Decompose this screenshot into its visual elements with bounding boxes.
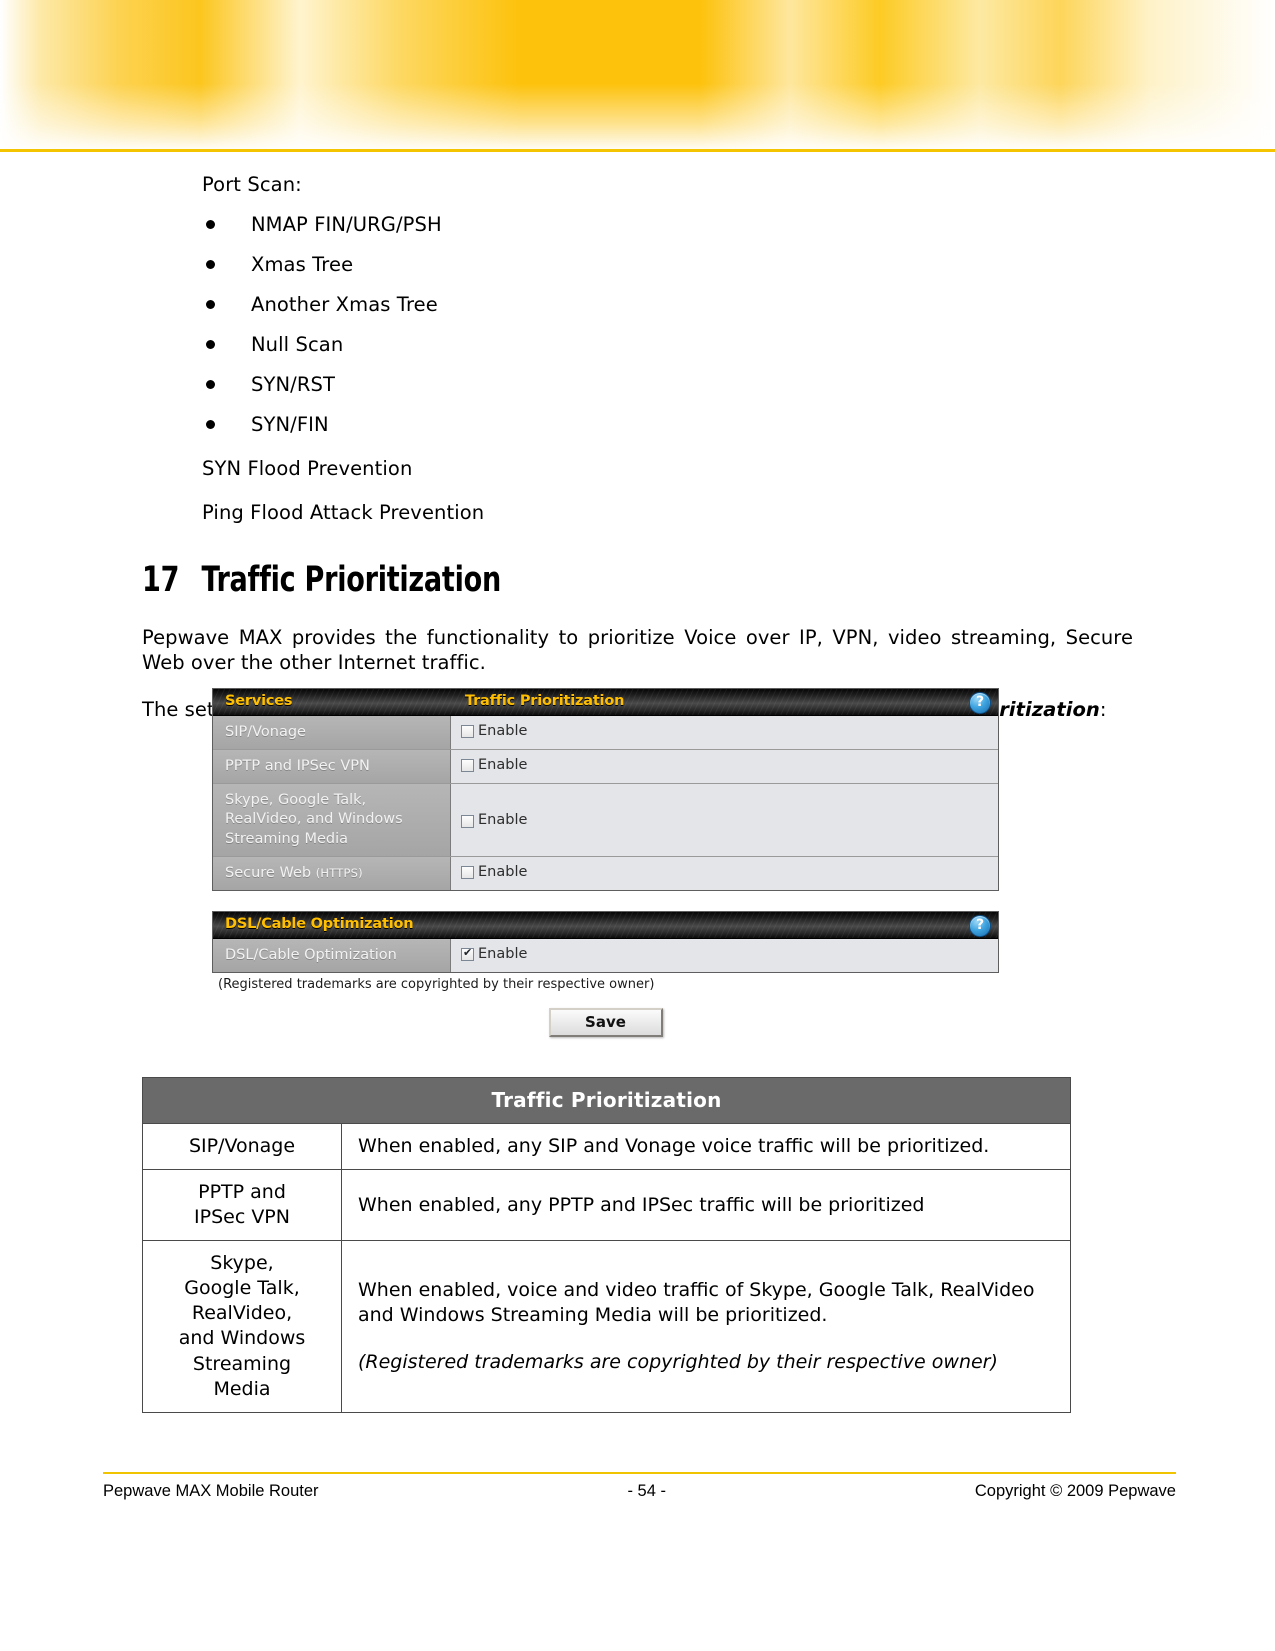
table-row: PPTP and IPSec VPN Enable xyxy=(213,750,998,785)
save-button[interactable]: Save xyxy=(548,1007,663,1037)
bullet-icon xyxy=(206,300,215,309)
list-item: NMAP FIN/URG/PSH xyxy=(202,196,1275,236)
list-item: Another Xmas Tree xyxy=(202,276,1275,316)
bullet-icon xyxy=(206,340,215,349)
traffic-prioritization-description-table: Traffic Prioritization SIP/Vonage When e… xyxy=(142,1077,1071,1413)
enable-checkbox-secure-web[interactable] xyxy=(461,865,474,879)
table-row: Skype, Google Talk, RealVideo, and Windo… xyxy=(142,1240,1071,1413)
trademark-note: (Registered trademarks are copyrighted b… xyxy=(218,976,655,992)
row-label-secure-web-protocol: (HTTPS) xyxy=(315,865,363,880)
page-content: Port Scan: NMAP FIN/URG/PSH Xmas Tree An… xyxy=(0,152,1275,1413)
dsl-panel-title: DSL/Cable Optimization xyxy=(225,915,414,932)
list-item: SYN/FIN xyxy=(202,396,1275,436)
list-item-label: Xmas Tree xyxy=(251,253,354,276)
port-scan-list: NMAP FIN/URG/PSH Xmas Tree Another Xmas … xyxy=(0,196,1275,436)
row-label-secure-web-text: Secure Web xyxy=(225,864,316,881)
enable-checkbox-sip-vonage[interactable] xyxy=(461,725,474,738)
table-row: DSL/Cable Optimization Enable xyxy=(213,938,998,972)
enable-label: Enable xyxy=(478,723,528,739)
help-icon[interactable]: ? xyxy=(969,914,991,937)
footer-copyright: Copyright © 2009 Pepwave xyxy=(974,1482,1176,1500)
list-item-label: NMAP FIN/URG/PSH xyxy=(251,213,442,236)
list-item-label: SYN/RST xyxy=(251,373,335,396)
list-item-label: Another Xmas Tree xyxy=(251,293,438,316)
desc-skype-group-note: (Registered trademarks are copyrighted b… xyxy=(358,1351,998,1373)
save-button-container: Save xyxy=(212,1007,999,1037)
table-header-row: Traffic Prioritization xyxy=(142,1077,1071,1124)
footer-page-number: - 54 - xyxy=(627,1482,666,1500)
services-column-header: Services xyxy=(225,693,293,709)
services-panel-header: Services Traffic Prioritization ? xyxy=(213,689,998,716)
enable-checkbox-pptp-ipsec-vpn[interactable] xyxy=(461,759,474,773)
table-title: Traffic Prioritization xyxy=(142,1077,1071,1124)
traffic-prioritization-column-header: Traffic Prioritization xyxy=(465,693,625,709)
section-title: Traffic Prioritization xyxy=(201,560,502,600)
list-item-label: SYN/FIN xyxy=(251,413,329,436)
term-skype-group: Skype, Google Talk, RealVideo, and Windo… xyxy=(142,1240,342,1413)
paragraph-suffix: : xyxy=(1099,697,1107,721)
row-label-secure-web: Secure Web (HTTPS) xyxy=(213,856,451,890)
page-title: 17 Traffic Prioritization xyxy=(142,560,1116,600)
enable-label: Enable xyxy=(478,757,528,774)
term-sip-vonage: SIP/Vonage xyxy=(142,1122,342,1171)
list-item: SYN/RST xyxy=(202,356,1275,396)
row-label-skype-group: Skype, Google Talk, RealVideo, and Windo… xyxy=(213,784,451,856)
enable-label: Enable xyxy=(478,945,528,962)
desc-skype-group-text: When enabled, voice and video traffic of… xyxy=(358,1278,1035,1326)
desc-sip-vonage: When enabled, any SIP and Vonage voice t… xyxy=(341,1122,1071,1171)
row-value-skype-group: Enable xyxy=(451,784,998,856)
footer-divider xyxy=(103,1472,1176,1474)
enable-checkbox-dsl-cable-optimization[interactable] xyxy=(461,946,474,961)
table-row: Secure Web (HTTPS) Enable xyxy=(213,856,998,890)
bullet-icon xyxy=(206,380,215,389)
enable-label: Enable xyxy=(478,863,528,880)
page-footer: Pepwave MAX Mobile Router - 54 - Copyrig… xyxy=(103,1482,1176,1501)
row-value-secure-web: Enable xyxy=(451,856,998,890)
row-value-sip-vonage: Enable xyxy=(451,716,998,750)
table-row: SIP/Vonage When enabled, any SIP and Von… xyxy=(142,1122,1071,1171)
desc-skype-group: When enabled, voice and video traffic of… xyxy=(341,1240,1071,1413)
enable-checkbox-skype-group[interactable] xyxy=(461,815,474,829)
row-label-sip-vonage: SIP/Vonage xyxy=(213,716,451,750)
services-panel: Services Traffic Prioritization ? SIP/Vo… xyxy=(212,688,999,891)
syn-flood-prevention-line: SYN Flood Prevention xyxy=(202,457,413,480)
table-row: Skype, Google Talk, RealVideo, and Windo… xyxy=(213,784,998,857)
port-scan-label: Port Scan: xyxy=(202,173,302,196)
section-number: 17 xyxy=(142,560,180,600)
enable-label: Enable xyxy=(478,811,528,828)
footer-product-name: Pepwave MAX Mobile Router xyxy=(103,1482,319,1500)
list-item-label: Null Scan xyxy=(251,333,344,356)
bullet-icon xyxy=(206,220,215,229)
intro-paragraph: Pepwave MAX provides the functionality t… xyxy=(142,626,1133,674)
table-row: PPTP and IPSec VPN When enabled, any PPT… xyxy=(142,1169,1071,1242)
bullet-icon xyxy=(206,420,215,429)
router-admin-screenshot: Services Traffic Prioritization ? SIP/Vo… xyxy=(212,688,999,1037)
decorative-top-banner xyxy=(0,0,1275,152)
list-item: Null Scan xyxy=(202,316,1275,356)
dsl-cable-optimization-panel: DSL/Cable Optimization ? DSL/Cable Optim… xyxy=(212,910,999,973)
row-label-pptp-ipsec-vpn: PPTP and IPSec VPN xyxy=(213,750,451,784)
table-row: SIP/Vonage Enable xyxy=(213,716,998,751)
row-value-dsl-cable-optimization: Enable xyxy=(451,938,998,972)
row-value-pptp-ipsec-vpn: Enable xyxy=(451,750,998,784)
term-pptp-ipsec-vpn: PPTP and IPSec VPN xyxy=(142,1169,342,1242)
help-icon[interactable]: ? xyxy=(969,692,991,714)
list-item: Xmas Tree xyxy=(202,236,1275,276)
desc-pptp-ipsec-vpn: When enabled, any PPTP and IPSec traffic… xyxy=(341,1169,1071,1242)
dsl-panel-header: DSL/Cable Optimization ? xyxy=(213,911,998,939)
bullet-icon xyxy=(206,260,215,269)
row-label-dsl-cable-optimization: DSL/Cable Optimization xyxy=(213,938,451,972)
ping-flood-prevention-line: Ping Flood Attack Prevention xyxy=(202,501,485,524)
